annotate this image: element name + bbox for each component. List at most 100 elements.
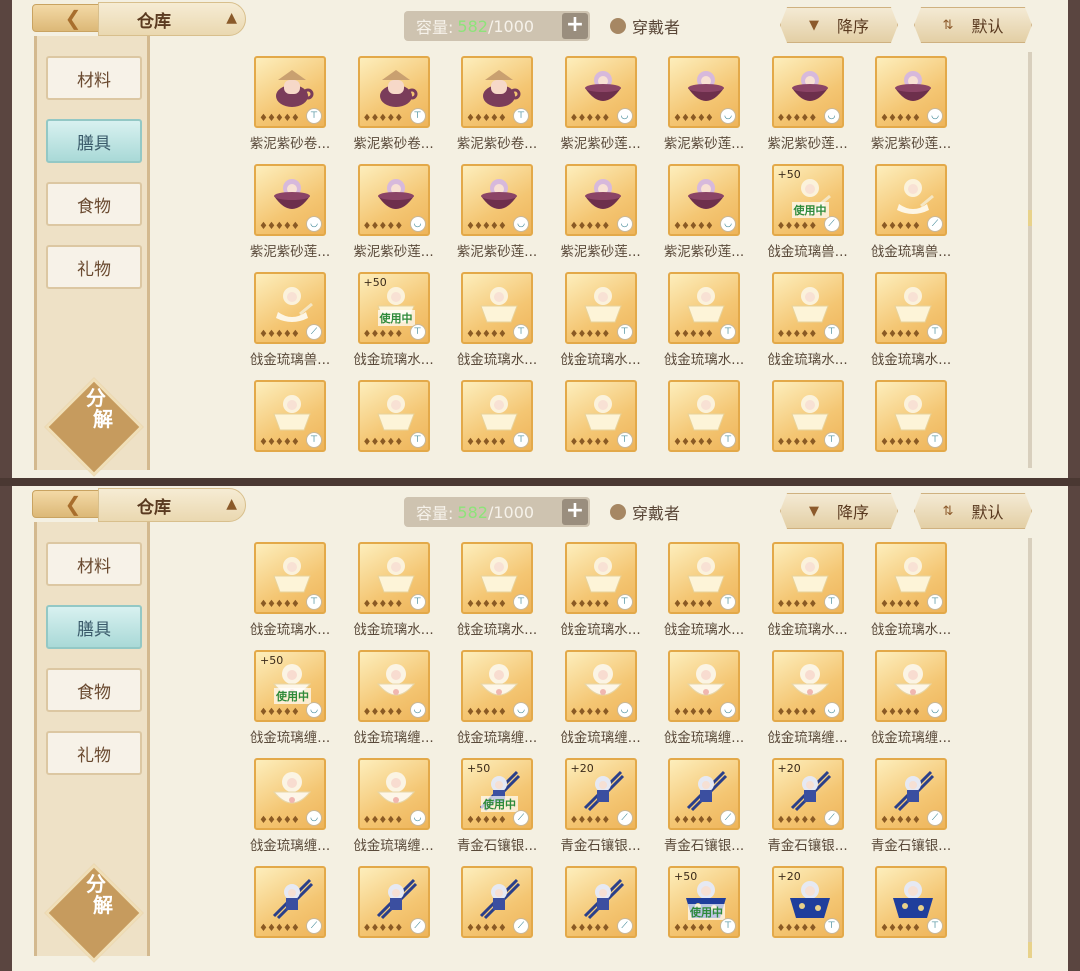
sidebar-tab-1[interactable]: 膳具 bbox=[46, 605, 142, 649]
item-card[interactable]: +50 使用中 ♦♦♦♦♦ ⊤ bbox=[357, 272, 430, 344]
item-card[interactable]: ♦♦♦♦♦ ⊤ bbox=[564, 380, 637, 452]
expand-capacity-button[interactable]: + bbox=[562, 499, 588, 525]
item-card[interactable]: ♦♦♦♦♦ ⊤ bbox=[564, 272, 637, 344]
home-icon[interactable]: ▲ bbox=[226, 496, 237, 512]
spoon-icon: ⟋ bbox=[616, 918, 633, 934]
item-card[interactable]: ♦♦♦♦♦ ⊤ bbox=[875, 866, 947, 938]
sidebar-tab-0[interactable]: 材料 bbox=[46, 542, 142, 586]
item-card[interactable]: ♦♦♦♦♦ ⟋ bbox=[875, 164, 947, 236]
chopsticks-art-icon bbox=[583, 878, 624, 920]
item-card[interactable]: ♦♦♦♦♦ ◡ bbox=[254, 758, 326, 830]
rarity-stars-icon: ♦♦♦♦♦ bbox=[569, 329, 611, 340]
item-slot: ♦♦♦♦♦ ⟋ 青金石镶银... bbox=[859, 754, 963, 862]
item-card[interactable]: ♦♦♦♦♦ ⊤ bbox=[875, 380, 947, 452]
wearer-toggle[interactable]: 穿戴者 bbox=[610, 500, 680, 524]
item-slot: ♦♦♦♦♦ ◡ 戗金琉璃缠... bbox=[342, 646, 446, 754]
bowl-icon: ◡ bbox=[720, 108, 736, 124]
sort-order-button[interactable]: ▼ 降序 bbox=[780, 493, 898, 529]
item-card[interactable]: ♦♦♦♦♦ ⊤ bbox=[875, 272, 947, 344]
chopsticks-art-icon bbox=[272, 878, 314, 920]
item-card[interactable]: ♦♦♦♦♦ ◡ bbox=[461, 164, 533, 236]
item-card[interactable]: ♦♦♦♦♦ ◡ bbox=[875, 56, 947, 128]
grid-scrollbar[interactable] bbox=[1028, 538, 1032, 958]
sidebar-tab-2[interactable]: 食物 bbox=[46, 668, 142, 712]
item-card[interactable]: ♦♦♦♦♦ ◡ bbox=[564, 164, 637, 236]
item-card[interactable]: ♦♦♦♦♦ ⊤ bbox=[461, 542, 533, 614]
item-card[interactable]: +20 ♦♦♦♦♦ ⟋ bbox=[771, 758, 844, 830]
sort-mode-button[interactable]: ⇅ 默认 bbox=[914, 7, 1032, 43]
item-card[interactable]: ♦♦♦♦♦ ⊤ bbox=[771, 272, 844, 344]
item-card[interactable]: +20 ♦♦♦♦♦ ⊤ bbox=[771, 866, 844, 938]
item-card[interactable]: +20 ♦♦♦♦♦ ⟋ bbox=[564, 758, 637, 830]
item-slot: ♦♦♦♦♦ ⟋ bbox=[445, 862, 549, 970]
item-card[interactable]: ♦♦♦♦♦ ⊤ bbox=[771, 542, 844, 614]
item-card[interactable]: ♦♦♦♦♦ ⊤ bbox=[668, 380, 740, 452]
cup-icon: ⊤ bbox=[823, 432, 840, 448]
item-card[interactable]: ♦♦♦♦♦ ◡ bbox=[357, 758, 430, 830]
sidebar-tab-3[interactable]: 礼物 bbox=[46, 245, 142, 289]
scrollbar-thumb[interactable] bbox=[1028, 210, 1032, 226]
item-card[interactable]: ♦♦♦♦♦ ◡ bbox=[668, 56, 740, 128]
item-card[interactable]: ♦♦♦♦♦ ⊤ bbox=[668, 542, 740, 614]
cup-icon: ⊤ bbox=[616, 432, 633, 448]
sidebar-tab-3[interactable]: 礼物 bbox=[46, 731, 142, 775]
item-card[interactable]: ♦♦♦♦♦ ◡ bbox=[461, 650, 533, 722]
item-card[interactable]: ♦♦♦♦♦ ◡ bbox=[771, 650, 844, 722]
item-card[interactable]: ♦♦♦♦♦ ◡ bbox=[668, 650, 740, 722]
item-grid: ♦♦♦♦♦ ⊤ 紫泥紫砂卷... ♦♦♦♦♦ ⊤ 紫泥紫砂卷... ♦♦♦♦♦ ⊤ 紫泥紫砂卷.… bbox=[238, 52, 958, 478]
bluebowl-art-icon bbox=[893, 881, 933, 918]
home-icon[interactable]: ▲ bbox=[226, 10, 237, 26]
expand-capacity-button[interactable]: + bbox=[562, 13, 588, 39]
item-card[interactable]: +50 使用中 ♦♦♦♦♦ ⊤ bbox=[668, 866, 740, 938]
item-card[interactable]: ♦♦♦♦♦ ◡ bbox=[254, 164, 326, 236]
item-card[interactable]: ♦♦♦♦♦ ⊤ bbox=[357, 542, 430, 614]
item-card[interactable]: ♦♦♦♦♦ ⟋ bbox=[461, 866, 533, 938]
item-card[interactable]: +50 使用中 ♦♦♦♦♦ ⟋ bbox=[461, 758, 533, 830]
scrollbar-thumb[interactable] bbox=[1028, 942, 1032, 958]
capacity-label: 容量: bbox=[416, 504, 454, 523]
item-card[interactable]: ♦♦♦♦♦ ◡ bbox=[668, 164, 740, 236]
item-card[interactable]: ♦♦♦♦♦ ⊤ bbox=[771, 380, 844, 452]
item-slot: +20 ♦♦♦♦♦ ⊤ bbox=[756, 862, 860, 970]
item-card[interactable]: ♦♦♦♦♦ ⟋ bbox=[564, 866, 637, 938]
item-card[interactable]: ♦♦♦♦♦ ◡ bbox=[875, 650, 947, 722]
item-card[interactable]: ♦♦♦♦♦ ⊤ bbox=[357, 380, 430, 452]
sidebar-tab-2[interactable]: 食物 bbox=[46, 182, 142, 226]
sort-mode-button[interactable]: ⇅ 默认 bbox=[914, 493, 1032, 529]
sidebar-tab-1[interactable]: 膳具 bbox=[46, 119, 142, 163]
rarity-stars-icon: ♦♦♦♦♦ bbox=[362, 437, 404, 448]
item-card[interactable]: ♦♦♦♦♦ ◡ bbox=[564, 56, 637, 128]
sidebar-tab-0[interactable]: 材料 bbox=[46, 56, 142, 100]
item-card[interactable]: ♦♦♦♦♦ ⊤ bbox=[461, 380, 533, 452]
item-name: 戗金琉璃缠... bbox=[456, 730, 538, 746]
item-card[interactable]: ♦♦♦♦♦ ◡ bbox=[357, 164, 430, 236]
item-card[interactable]: +50 使用中 ♦♦♦♦♦ ⟋ bbox=[771, 164, 844, 236]
item-card[interactable]: ♦♦♦♦♦ ⊤ bbox=[357, 56, 430, 128]
item-card[interactable]: ♦♦♦♦♦ ⊤ bbox=[461, 272, 533, 344]
item-card[interactable]: ♦♦♦♦♦ ⊤ bbox=[564, 542, 637, 614]
spoon-icon: ⟋ bbox=[513, 918, 529, 934]
item-card[interactable]: ♦♦♦♦♦ ◡ bbox=[357, 650, 430, 722]
item-card[interactable]: ♦♦♦♦♦ ⟋ bbox=[357, 866, 430, 938]
item-slot: +50 使用中 ♦♦♦♦♦ ⟋ 青金石镶银... bbox=[445, 754, 549, 862]
item-card[interactable]: ♦♦♦♦♦ ⊤ bbox=[254, 56, 326, 128]
item-card[interactable]: +50 使用中 ♦♦♦♦♦ ◡ bbox=[254, 650, 326, 722]
sort-order-button[interactable]: ▼ 降序 bbox=[780, 7, 898, 43]
item-name: 戗金琉璃水... bbox=[767, 622, 848, 638]
item-name: 戗金琉璃缠... bbox=[249, 838, 331, 854]
item-card[interactable]: ♦♦♦♦♦ ⊤ bbox=[254, 380, 326, 452]
grid-scrollbar[interactable] bbox=[1028, 52, 1032, 468]
item-card[interactable]: ♦♦♦♦♦ ◡ bbox=[564, 650, 637, 722]
item-card[interactable]: ♦♦♦♦♦ ⟋ bbox=[875, 758, 947, 830]
rarity-stars-icon: ♦♦♦♦♦ bbox=[259, 599, 300, 610]
item-card[interactable]: ♦♦♦♦♦ ⊤ bbox=[461, 56, 533, 128]
item-card[interactable]: ♦♦♦♦♦ ⊤ bbox=[254, 542, 326, 614]
item-card[interactable]: ♦♦♦♦♦ ◡ bbox=[771, 56, 844, 128]
item-card[interactable]: ♦♦♦♦♦ ⟋ bbox=[254, 272, 326, 344]
item-card[interactable]: ♦♦♦♦♦ ⊤ bbox=[668, 272, 740, 344]
item-card[interactable]: ♦♦♦♦♦ ⟋ bbox=[668, 758, 740, 830]
item-card[interactable]: ♦♦♦♦♦ ⊤ bbox=[875, 542, 947, 614]
wearer-toggle[interactable]: 穿戴者 bbox=[610, 14, 680, 38]
item-card[interactable]: ♦♦♦♦♦ ⟋ bbox=[254, 866, 326, 938]
item-slot: +20 ♦♦♦♦♦ ⟋ 青金石镶银... bbox=[756, 754, 860, 862]
